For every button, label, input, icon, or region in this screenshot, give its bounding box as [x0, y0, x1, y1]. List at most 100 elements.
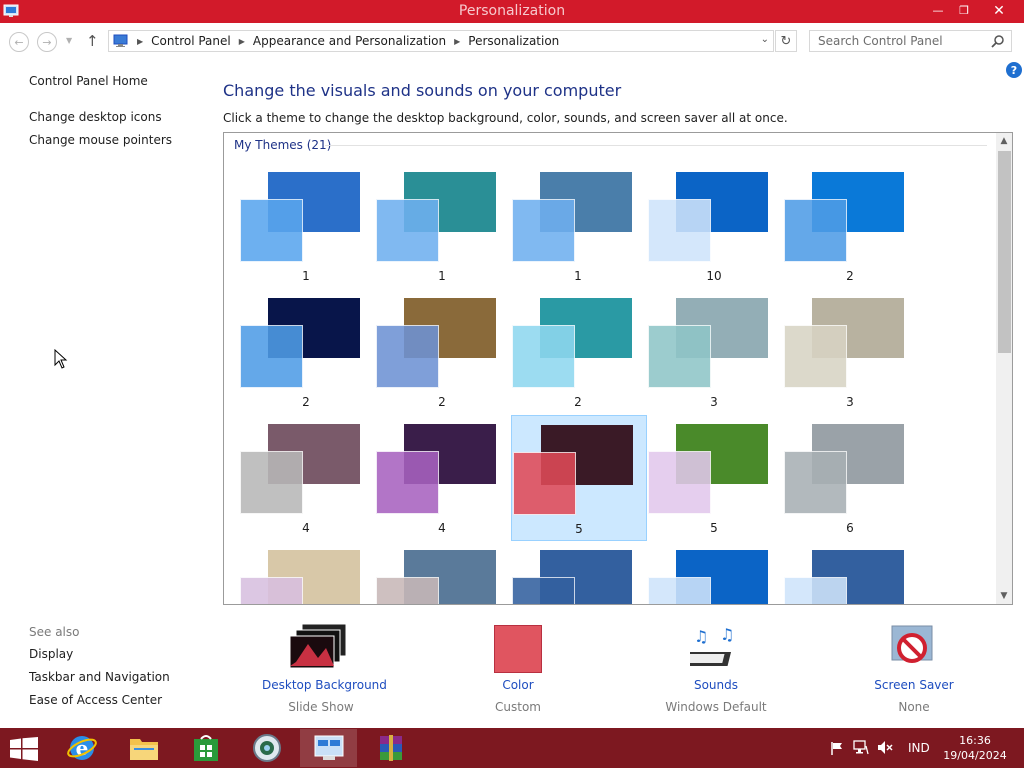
- change-desktop-icons-link[interactable]: Change desktop icons: [29, 110, 162, 124]
- theme-tile[interactable]: [375, 541, 511, 604]
- screen-saver-label[interactable]: Screen Saver: [866, 678, 962, 692]
- theme-label: 2: [846, 269, 854, 283]
- close-button[interactable]: ✕: [976, 0, 1022, 21]
- theme-tile[interactable]: 2: [375, 289, 511, 415]
- screen-saver-option[interactable]: Screen Saver None: [866, 622, 962, 714]
- volume-muted-icon[interactable]: [877, 740, 893, 755]
- ease-of-access-link[interactable]: Ease of Access Center: [29, 693, 162, 707]
- theme-color-swatch: [784, 325, 847, 388]
- taskbar-navigation-link[interactable]: Taskbar and Navigation: [29, 670, 170, 684]
- forward-button[interactable]: →: [37, 32, 57, 52]
- theme-color-swatch: [376, 577, 439, 604]
- desktop-background-option[interactable]: Desktop Background Slide Show: [262, 622, 387, 714]
- search-icon[interactable]: [991, 34, 1005, 48]
- vertical-scrollbar[interactable]: ▲ ▼: [996, 133, 1012, 604]
- group-divider: [325, 145, 987, 146]
- page-title: Change the visuals and sounds on your co…: [223, 81, 622, 100]
- file-explorer-taskbar-button[interactable]: [115, 729, 172, 767]
- breadcrumb-appearance[interactable]: Appearance and Personalization: [253, 34, 446, 48]
- theme-tile[interactable]: 10: [647, 163, 783, 289]
- scrollbar-thumb[interactable]: [998, 151, 1011, 353]
- back-button[interactable]: ←: [9, 32, 29, 52]
- desktop-background-label[interactable]: Desktop Background: [262, 678, 387, 692]
- theme-tile[interactable]: 3: [647, 289, 783, 415]
- action-center-flag-icon[interactable]: [830, 741, 844, 755]
- sounds-option[interactable]: ♫ ♫ Sounds Windows Default: [664, 622, 768, 714]
- theme-color-swatch: [240, 577, 303, 604]
- theme-color-swatch: [513, 452, 576, 515]
- breadcrumb-personalization[interactable]: Personalization: [468, 34, 559, 48]
- chevron-right-icon[interactable]: ▶: [239, 37, 245, 46]
- recent-locations-dropdown-icon[interactable]: ▼: [66, 36, 72, 45]
- archive-icon: [379, 735, 402, 761]
- theme-tile[interactable]: 4: [239, 415, 375, 541]
- folder-icon: [129, 739, 158, 760]
- themes-panel[interactable]: My Themes (21) 1 1 1 10 2 2 2 2 3 3 4 4 5 5 6 ▲ ▼: [223, 132, 1013, 605]
- clock[interactable]: 16:36 19/04/2024: [940, 733, 1010, 763]
- change-mouse-pointers-link[interactable]: Change mouse pointers: [29, 133, 172, 147]
- theme-tile[interactable]: 1: [511, 163, 647, 289]
- display-link[interactable]: Display: [29, 647, 73, 661]
- chevron-right-icon[interactable]: ▶: [454, 37, 460, 46]
- theme-tile[interactable]: 1: [375, 163, 511, 289]
- theme-label: 3: [846, 395, 854, 409]
- media-player-taskbar-button[interactable]: [238, 729, 295, 767]
- window-title: Personalization: [458, 3, 566, 19]
- control-panel-home-link[interactable]: Control Panel Home: [29, 74, 148, 88]
- scroll-down-icon[interactable]: ▼: [996, 588, 1012, 604]
- sounds-label[interactable]: Sounds: [664, 678, 768, 692]
- breadcrumb-control-panel[interactable]: Control Panel: [151, 34, 231, 48]
- theme-tile[interactable]: [783, 541, 919, 604]
- theme-label: 4: [302, 521, 310, 535]
- theme-tile[interactable]: 5: [511, 415, 647, 541]
- theme-color-swatch: [648, 451, 711, 514]
- theme-label: 10: [706, 269, 722, 283]
- start-windows-icon[interactable]: [10, 737, 38, 761]
- restore-button[interactable]: ❐: [950, 0, 978, 21]
- up-arrow-icon[interactable]: ↑: [86, 32, 99, 50]
- help-icon[interactable]: ?: [1006, 62, 1022, 78]
- search-input[interactable]: [818, 31, 988, 51]
- theme-label: 4: [438, 521, 446, 535]
- theme-tile[interactable]: [511, 541, 647, 604]
- network-icon[interactable]: [853, 740, 869, 755]
- my-themes-group-label: My Themes (21): [234, 138, 332, 152]
- winrar-taskbar-button[interactable]: [362, 729, 419, 767]
- internet-explorer-taskbar-button[interactable]: e: [53, 729, 110, 767]
- theme-tile[interactable]: 2: [783, 163, 919, 289]
- navigation-bar: ← → ▼ ↑ ▶ Control Panel ▶ Appearance and…: [0, 23, 1024, 59]
- input-language-indicator[interactable]: IND: [908, 741, 930, 755]
- theme-tile[interactable]: 2: [239, 289, 375, 415]
- clock-date: 19/04/2024: [943, 749, 1007, 762]
- theme-tile[interactable]: 1: [239, 163, 375, 289]
- minimize-button[interactable]: —: [924, 0, 952, 21]
- chevron-down-icon[interactable]: ⌄: [761, 34, 769, 45]
- theme-tile[interactable]: 5: [647, 415, 783, 541]
- theme-tile[interactable]: [647, 541, 783, 604]
- theme-tile[interactable]: 4: [375, 415, 511, 541]
- store-taskbar-button[interactable]: [177, 729, 234, 767]
- sounds-icon: ♫ ♫: [690, 625, 734, 666]
- sounds-value: Windows Default: [665, 700, 767, 714]
- theme-label: 6: [846, 521, 854, 535]
- theme-tile[interactable]: 6: [783, 415, 919, 541]
- address-bar[interactable]: ▶ Control Panel ▶ Appearance and Persona…: [108, 30, 774, 52]
- desktop-background-value: Slide Show: [288, 700, 354, 714]
- svg-text:♫: ♫: [720, 625, 734, 644]
- theme-tile[interactable]: 3: [783, 289, 919, 415]
- mouse-cursor-icon: [54, 349, 68, 369]
- theme-tile[interactable]: 2: [511, 289, 647, 415]
- control-panel-taskbar-button[interactable]: [300, 729, 357, 767]
- theme-color-swatch: [648, 325, 711, 388]
- theme-label: 1: [302, 269, 310, 283]
- control-panel-window-icon: [314, 735, 343, 760]
- theme-tile[interactable]: [239, 541, 375, 604]
- page-description: Click a theme to change the desktop back…: [223, 111, 788, 125]
- color-label[interactable]: Color: [470, 678, 566, 692]
- theme-color-swatch: [512, 577, 575, 604]
- scroll-up-icon[interactable]: ▲: [996, 133, 1012, 149]
- color-option[interactable]: Color Custom: [470, 622, 566, 714]
- search-box[interactable]: [809, 30, 1012, 52]
- refresh-button[interactable]: ↻: [775, 30, 797, 52]
- theme-label: 2: [302, 395, 310, 409]
